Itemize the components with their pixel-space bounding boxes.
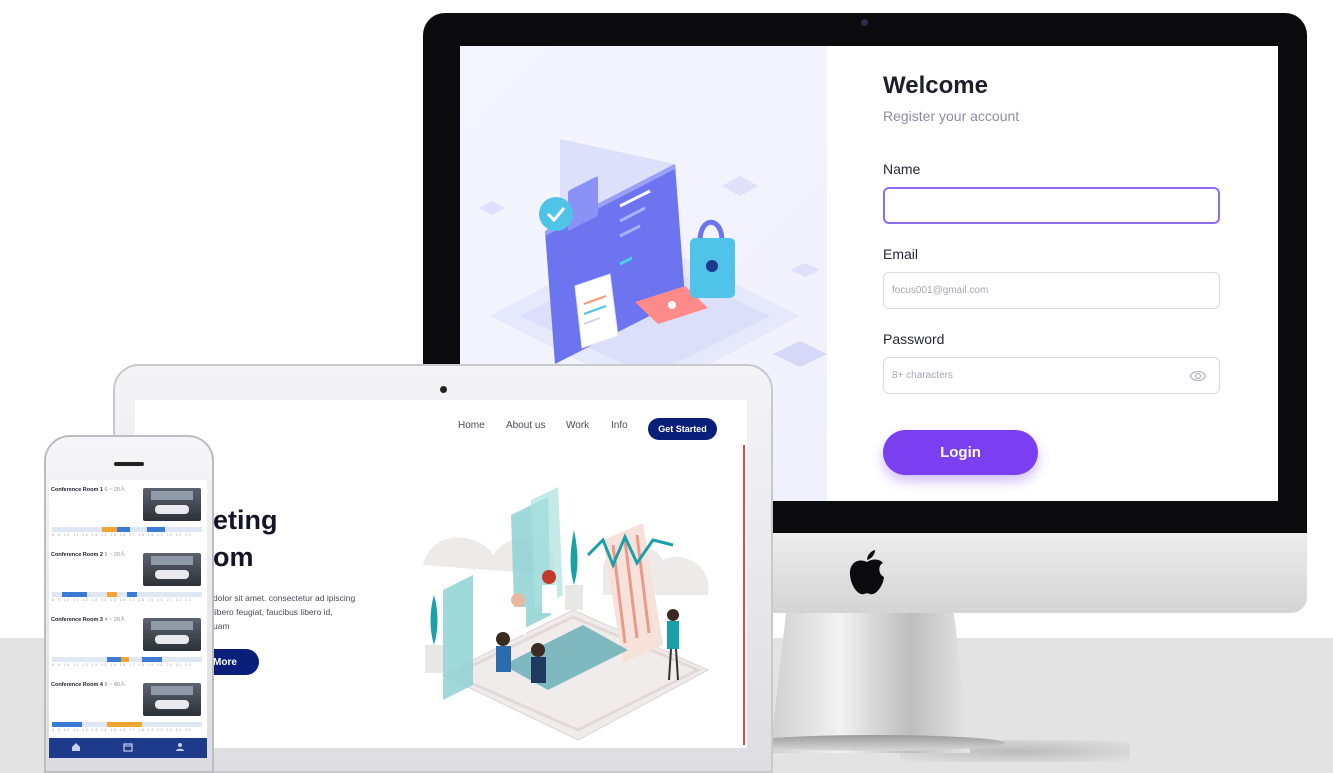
room-card[interactable]: Conference Room 4 8 ~ 40人 8 9 10 11 12 1… (49, 677, 207, 743)
password-input[interactable]: 8+ characters (883, 357, 1220, 394)
room-photo (143, 488, 201, 521)
apple-logo-icon (849, 550, 884, 595)
tablet-accent-line (743, 445, 745, 745)
password-label: Password (883, 331, 945, 347)
room-title: Conference Room 3 4 ~ 20人 (51, 615, 125, 623)
room-card[interactable]: Conference Room 3 4 ~ 20人 8 9 10 11 12 1… (49, 612, 207, 678)
login-button[interactable]: Login (883, 430, 1038, 475)
nav-work[interactable]: Work (566, 420, 589, 431)
room-title: Conference Room 1 6 ~ 20人 (51, 485, 125, 493)
hero-title-line2: om (213, 542, 254, 572)
imac-base (745, 735, 1005, 751)
room-title: Conference Room 2 5 ~ 20人 (51, 550, 125, 558)
room-hours: 8 9 10 11 12 13 14 15 16 17 18 19 20 21 … (52, 663, 193, 667)
room-hours: 8 9 10 11 12 13 14 15 16 17 18 19 20 21 … (52, 598, 193, 602)
room-schedule-bar (52, 722, 202, 727)
room-capacity: 8 ~ 40人 (104, 682, 126, 688)
eye-icon[interactable] (1189, 369, 1207, 383)
form-subtitle: Register your account (883, 108, 1020, 124)
nav-about-us[interactable]: About us (506, 420, 545, 431)
imac-camera (861, 19, 868, 26)
room-photo (143, 553, 201, 586)
phone-tab-bar (49, 738, 207, 758)
room-schedule-bar (52, 592, 202, 597)
phone-speaker (114, 462, 144, 466)
imac-stand (770, 613, 970, 753)
room-name: Conference Room 3 (51, 617, 103, 623)
email-input[interactable]: focus001@gmail.com (883, 272, 1220, 309)
home-icon[interactable] (71, 742, 81, 752)
register-form: Welcome Register your account Name Email… (883, 46, 1278, 501)
email-placeholder: focus001@gmail.com (892, 285, 989, 296)
calendar-icon[interactable] (123, 742, 133, 752)
room-hours: 8 9 10 11 12 13 14 15 16 17 18 19 20 21 … (52, 533, 193, 537)
password-placeholder: 8+ characters (892, 370, 953, 381)
nav-info[interactable]: Info (611, 420, 628, 431)
room-photo (143, 683, 201, 716)
room-card[interactable]: Conference Room 2 5 ~ 20人 8 9 10 11 12 1… (49, 547, 207, 613)
room-photo (143, 618, 201, 651)
room-capacity: 6 ~ 20人 (104, 487, 126, 493)
name-label: Name (883, 161, 921, 177)
room-title: Conference Room 4 8 ~ 40人 (51, 680, 125, 688)
get-started-button[interactable]: Get Started (648, 418, 717, 440)
user-icon[interactable] (175, 742, 185, 752)
hero-body-line3: uam (213, 621, 230, 631)
tablet-screen: Home About us Work Info Get Started etin… (135, 400, 747, 748)
room-name: Conference Room 1 (51, 487, 103, 493)
name-input[interactable] (883, 187, 1220, 224)
room-card[interactable]: Conference Room 1 6 ~ 20人 8 9 10 11 12 1… (49, 482, 207, 548)
hero-title-line1: eting (213, 505, 278, 535)
room-name: Conference Room 4 (51, 682, 103, 688)
nav-home[interactable]: Home (458, 420, 485, 431)
phone-screen: Conference Room 1 6 ~ 20人 8 9 10 11 12 1… (49, 480, 207, 758)
room-hours: 8 9 10 11 12 13 14 15 16 17 18 19 20 21 … (52, 728, 193, 732)
room-name: Conference Room 2 (51, 552, 103, 558)
hero-body-line2: libero feugiat, faucibus libero id, (213, 607, 333, 617)
meeting-room-illustration (423, 487, 710, 741)
email-label: Email (883, 246, 919, 262)
room-schedule-bar (52, 657, 202, 662)
room-capacity: 5 ~ 20人 (104, 552, 126, 558)
tablet-camera (440, 386, 447, 393)
room-capacity: 4 ~ 20人 (104, 617, 126, 623)
form-title: Welcome (883, 72, 988, 99)
room-schedule-bar (52, 527, 202, 532)
